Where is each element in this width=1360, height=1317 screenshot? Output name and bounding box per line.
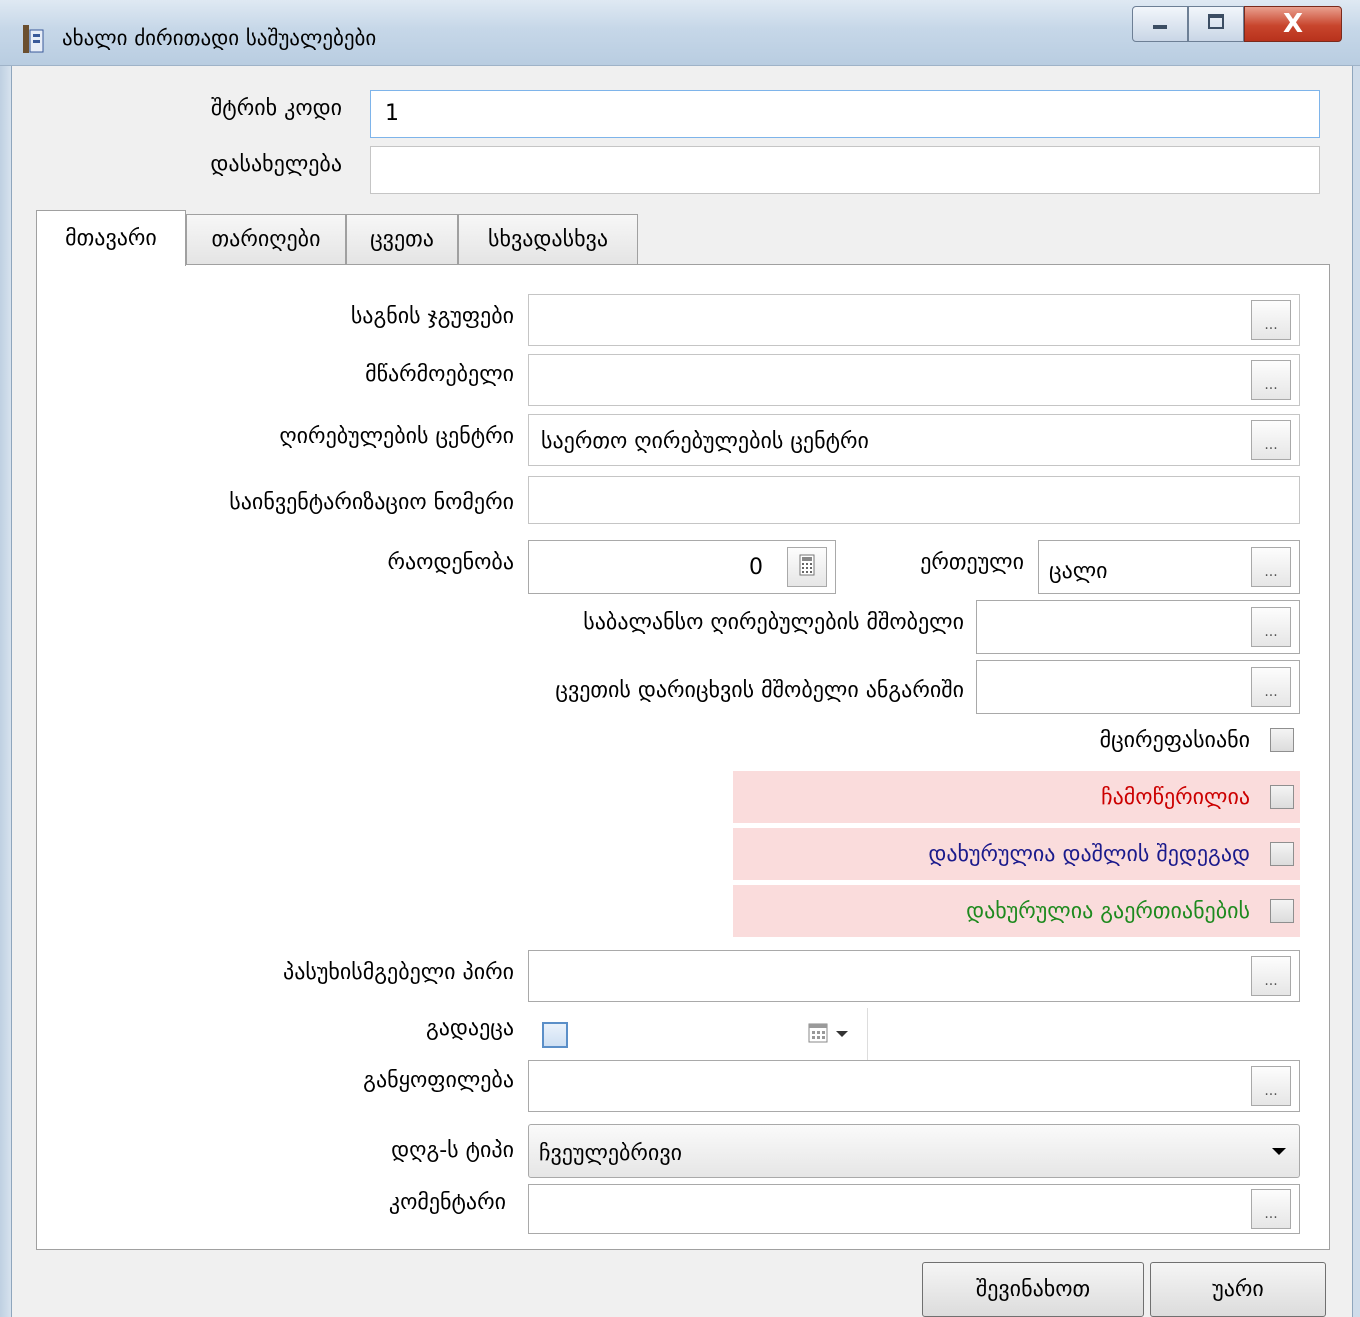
close-button[interactable]: X — [1244, 6, 1342, 42]
inventory-input[interactable] — [528, 476, 1300, 524]
depreciation-parent-ellipsis-button[interactable]: ... — [1251, 667, 1291, 707]
calculator-button[interactable] — [787, 547, 827, 587]
window-title: ახალი ძირითადი საშუალებები — [62, 26, 377, 50]
depreciation-parent-label: ცვეთის დარიცხვის მშობელი ანგარიში — [555, 678, 964, 703]
unit-label: ერთეული — [920, 550, 1024, 575]
tab-dates[interactable]: თარიღები — [186, 214, 346, 264]
comment-ellipsis-button[interactable]: ... — [1251, 1189, 1291, 1229]
window-frame-left — [0, 66, 12, 1317]
maximize-button[interactable] — [1188, 6, 1244, 42]
closed-damage-label: დახურულია დაშლის შედეგად — [928, 842, 1250, 867]
department-ellipsis-button[interactable]: ... — [1251, 1066, 1291, 1106]
balance-parent-label: საბალანსო ღირებულების მშობელი — [583, 610, 964, 635]
maximize-icon — [1206, 12, 1226, 36]
inventory-label: საინვენტარიზაციო ნომერი — [229, 490, 514, 515]
cancel-button[interactable]: უარი — [1150, 1262, 1326, 1317]
responsible-ellipsis-button[interactable]: ... — [1251, 956, 1291, 996]
written-off-row: ჩამოწერილია — [733, 771, 1300, 823]
tab-misc[interactable]: სხვადასხვა — [458, 214, 638, 264]
quantity-value: 0 — [749, 555, 763, 580]
calendar-dropdown-button[interactable] — [808, 1022, 849, 1048]
quantity-input[interactable]: 0 — [528, 540, 836, 594]
tab-depreciation[interactable]: ცვეთა — [346, 214, 458, 264]
responsible-field[interactable]: ... — [528, 950, 1300, 1002]
handover-label: გადაეცა — [425, 1016, 514, 1041]
barcode-input[interactable]: 1 — [370, 90, 1320, 138]
barcode-value: 1 — [385, 101, 399, 126]
balance-parent-field[interactable]: ... — [976, 600, 1300, 654]
closed-merge-label: დახურულია გაერთიანების — [966, 899, 1250, 924]
manufacturer-field[interactable]: ... — [528, 354, 1300, 406]
closed-damage-checkbox[interactable] — [1270, 842, 1294, 866]
minimize-button[interactable] — [1132, 6, 1188, 42]
save-button[interactable]: შევინახოთ — [922, 1262, 1144, 1317]
depreciation-parent-field[interactable]: ... — [976, 660, 1300, 714]
written-off-label: ჩამოწერილია — [1101, 785, 1250, 810]
unit-field[interactable]: ცალი ... — [1038, 540, 1300, 594]
closed-damage-row: დახურულია დაშლის შედეგად — [733, 828, 1300, 880]
vat-type-select[interactable]: ჩვეულებრივი — [528, 1124, 1300, 1178]
name-input[interactable] — [370, 146, 1320, 194]
vat-type-label: დღგ-ს ტიპი — [391, 1138, 514, 1163]
responsible-label: პასუხისმგებელი პირი — [283, 960, 514, 985]
quantity-label: რაოდენობა — [387, 550, 515, 575]
close-icon: X — [1282, 9, 1304, 39]
groups-label: საგნის ჯგუფები — [350, 304, 514, 329]
groups-ellipsis-button[interactable]: ... — [1251, 300, 1291, 340]
value-center-field[interactable]: საერთო ღირებულების ცენტრი ... — [528, 414, 1300, 466]
dropdown-arrow-icon — [1271, 1143, 1287, 1163]
comment-field[interactable]: ... — [528, 1184, 1300, 1234]
tab-main[interactable]: მთავარი — [36, 210, 186, 266]
department-label: განყოფილება — [363, 1068, 514, 1093]
unit-ellipsis-button[interactable]: ... — [1251, 547, 1291, 587]
manufacturer-label: მწარმოებელი — [365, 362, 514, 387]
window-frame-right — [1352, 66, 1360, 1317]
comment-label: კომენტარი — [388, 1190, 506, 1215]
value-center-value: საერთო ღირებულების ცენტრი — [541, 429, 869, 454]
low-value-label: მცირეფასიანი — [1099, 728, 1250, 753]
vat-type-value: ჩვეულებრივი — [539, 1141, 682, 1166]
barcode-label: შტრიხ კოდი — [210, 96, 342, 121]
manufacturer-ellipsis-button[interactable]: ... — [1251, 360, 1291, 400]
minimize-icon — [1150, 12, 1170, 36]
balance-parent-ellipsis-button[interactable]: ... — [1251, 607, 1291, 647]
handover-date-picker[interactable] — [528, 1008, 868, 1060]
calendar-icon — [808, 1023, 830, 1048]
closed-merge-row: დახურულია გაერთიანების — [733, 885, 1300, 937]
dropdown-arrow-icon — [835, 1029, 849, 1048]
low-value-checkbox[interactable] — [1270, 728, 1294, 752]
name-label: დასახელება — [210, 152, 342, 177]
unit-value: ცალი — [1049, 559, 1108, 584]
closed-merge-checkbox[interactable] — [1270, 899, 1294, 923]
written-off-checkbox[interactable] — [1270, 785, 1294, 809]
groups-field[interactable]: ... — [528, 294, 1300, 346]
department-field[interactable]: ... — [528, 1060, 1300, 1112]
app-icon — [22, 24, 44, 54]
value-center-ellipsis-button[interactable]: ... — [1251, 420, 1291, 460]
handover-checkbox[interactable] — [542, 1022, 568, 1048]
calculator-icon — [798, 554, 816, 580]
value-center-label: ღირებულების ცენტრი — [279, 424, 514, 449]
